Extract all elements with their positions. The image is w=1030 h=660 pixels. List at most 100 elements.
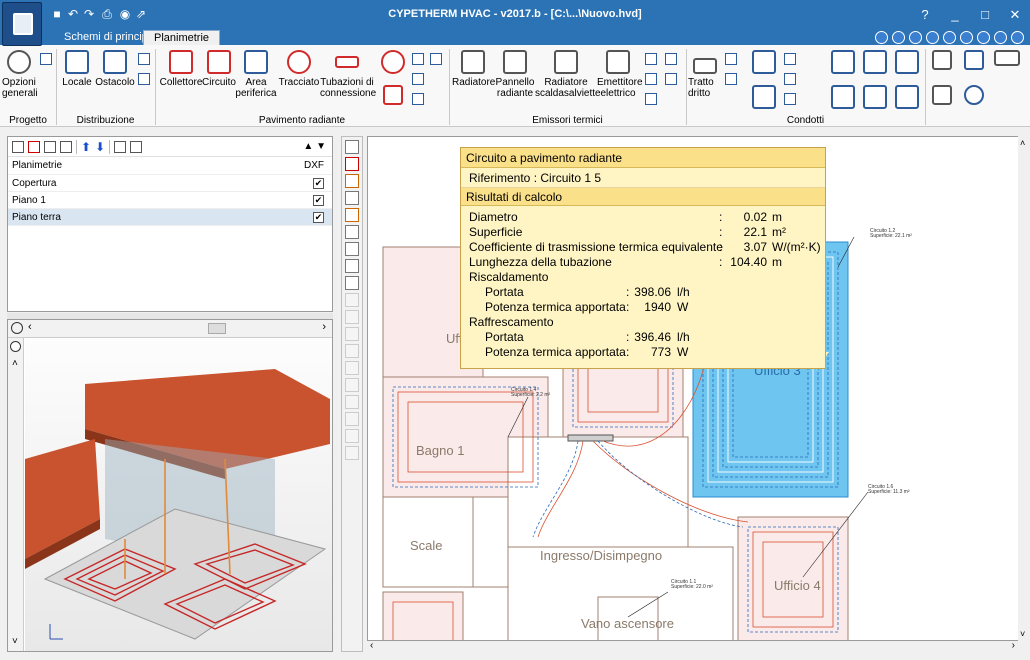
sheet3-icon[interactable] [645,93,657,105]
table3-icon[interactable] [665,53,677,65]
layers-icon[interactable] [345,276,359,290]
plan-row-selected[interactable]: Piano terra ✔ [8,209,332,226]
add-plan-icon[interactable] [12,140,24,153]
tracciato-button[interactable]: Tracciato [278,50,320,88]
scroll-up-icon[interactable]: ˄ [12,358,18,369]
spiral-edit-button[interactable] [380,85,406,108]
angle-icon[interactable] [345,259,359,273]
dxf-checkbox[interactable]: ✔ [313,178,324,189]
3d-view-vscroll[interactable]: ˄ ˅ [8,338,24,651]
3d-building-view[interactable] [25,339,332,651]
fitting2-icon[interactable] [725,73,737,85]
table5-icon[interactable] [665,73,677,85]
branch-button[interactable] [894,50,920,77]
move-down-icon[interactable]: ⬇ [95,141,105,153]
tee-button[interactable] [862,50,888,77]
dxf-checkbox[interactable]: ✔ [313,212,324,223]
tratto-dritto-button[interactable]: Tratto dritto [688,50,722,99]
keyboard-icon[interactable] [345,225,359,239]
paste-icon[interactable] [345,429,359,443]
find-button[interactable] [962,85,986,108]
arrow-down-icon[interactable] [345,378,359,392]
help-button[interactable]: ? [910,0,940,30]
scroll-left-icon[interactable]: ‹ [28,321,32,333]
scroll-left-icon[interactable]: ‹ [370,640,373,651]
app-logo[interactable] [2,2,42,46]
delete-plan-icon[interactable] [28,140,40,153]
edit-plan-icon[interactable] [60,140,72,153]
rectangle-icon[interactable] [345,174,359,188]
rotate-icon[interactable] [11,322,23,334]
copy-plan-icon[interactable] [44,140,56,153]
dxf-import-icon[interactable] [114,140,127,153]
dxf-checkbox[interactable]: ✔ [313,195,324,206]
list-icon[interactable] [138,73,150,85]
close-button[interactable]: ✕ [1000,0,1030,30]
locale-button[interactable]: Locale [60,50,94,88]
emettitore-button[interactable]: Emettitore elettrico [597,50,643,99]
sheet4-icon[interactable] [784,53,796,65]
edit-icon[interactable] [40,53,52,65]
move-up-icon[interactable]: ⬆ [81,141,91,153]
stretch-icon[interactable] [345,361,359,375]
minimize-button[interactable]: _ [940,0,970,30]
scroll-right-icon[interactable]: › [322,321,326,333]
dimension2-button[interactable] [930,85,954,108]
maximize-button[interactable]: □ [970,0,1000,30]
fitting-icon[interactable] [725,53,737,65]
transition-button[interactable] [894,85,920,112]
sort-arrows[interactable]: ▲ ▼ [303,141,332,152]
key-icon[interactable] [645,53,657,65]
scroll-down-icon[interactable]: ˅ [1020,629,1025,639]
diffuser-button[interactable] [750,50,778,77]
spiral-tool-button[interactable] [380,50,406,77]
zoom-in-icon[interactable] [892,31,905,44]
opzioni-generali-button[interactable]: Opzioni generali [2,50,38,99]
copy-icon[interactable] [345,412,359,426]
mirror-icon[interactable] [345,446,359,460]
canvas-hscroll[interactable]: ‹ › [367,640,1018,653]
table4-icon[interactable] [645,73,657,85]
plan-row[interactable]: Piano 1 ✔ [8,192,332,209]
magnet-icon[interactable] [345,157,359,171]
plan-row[interactable]: Copertura ✔ [8,175,332,192]
sheet2-icon[interactable] [412,93,424,105]
hand-icon[interactable] [960,31,973,44]
sheet5-icon[interactable] [784,73,796,85]
elbow-button[interactable] [830,50,856,77]
tools-icon[interactable] [345,140,359,154]
circuito-button[interactable]: Circuito [202,50,236,88]
refresh-icon[interactable] [926,31,939,44]
split-icon[interactable] [345,310,359,324]
move-button[interactable] [962,50,986,73]
ostacolo-button[interactable]: Ostacolo [95,50,135,88]
tab-planimetrie[interactable]: Planimetrie [143,30,221,45]
arrow-right-icon[interactable] [345,327,359,341]
collettore-button[interactable]: Collettore [158,50,204,88]
zoom-out-icon[interactable] [909,31,922,44]
pannello-button[interactable]: Pannello radiante [495,50,535,99]
grid-icon[interactable] [345,191,359,205]
zoom-icon[interactable] [875,31,888,44]
sheet-icon[interactable] [412,73,424,85]
scaldasalviette-button[interactable]: Radiatore scaldasalviette [535,50,601,99]
fan-button[interactable] [750,85,778,112]
ruler-icon[interactable] [345,242,359,256]
table2-icon[interactable] [430,53,442,65]
grid-icon[interactable] [412,53,424,65]
diagonal-icon[interactable] [345,395,359,409]
wye-button[interactable] [862,85,888,112]
snap-icon[interactable] [345,208,359,222]
dimension-button[interactable] [930,50,954,73]
dxf-settings-icon[interactable] [130,140,143,153]
tubazioni-button[interactable]: Tubazioni di connessione [320,50,376,99]
scroll-up-icon[interactable]: ˄ [1020,138,1025,148]
tools-icon[interactable] [1011,31,1024,44]
table-icon[interactable] [138,53,150,65]
eye-icon[interactable] [10,341,21,352]
scroll-right-icon[interactable]: › [1012,640,1015,651]
area-periferica-button[interactable]: Area periferica [235,50,277,99]
globe-icon[interactable] [994,31,1007,44]
radiatore-button[interactable]: Radiatore [452,50,495,88]
scroll-down-icon[interactable]: ˅ [12,636,18,647]
